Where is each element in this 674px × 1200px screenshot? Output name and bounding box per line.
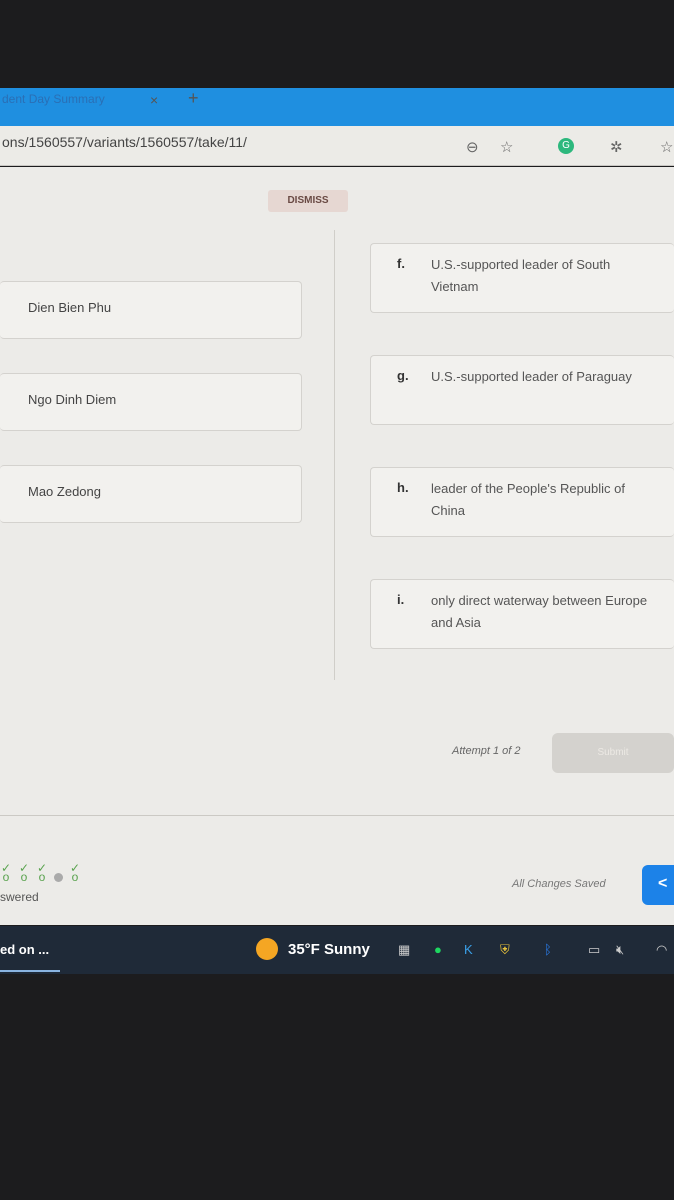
extensions-icon[interactable]: ✲ bbox=[610, 138, 623, 156]
item-text: leader of the People's Republic of China bbox=[431, 481, 625, 518]
answered-question-icon[interactable]: ✓ o bbox=[69, 862, 81, 883]
match-item-right[interactable]: i. only direct waterway between Europe an… bbox=[370, 579, 674, 649]
item-letter: f. bbox=[397, 256, 405, 271]
answered-question-icon[interactable]: ✓ o bbox=[36, 862, 48, 883]
match-item-right[interactable]: f. U.S.-supported leader of South Vietnam bbox=[370, 243, 674, 313]
match-item-right[interactable]: g. U.S.-supported leader of Paraguay bbox=[370, 355, 674, 425]
item-letter: i. bbox=[397, 592, 405, 607]
spotify-icon[interactable]: ● bbox=[434, 942, 442, 957]
column-divider bbox=[334, 230, 335, 680]
sun-icon bbox=[256, 938, 278, 960]
item-letter: g. bbox=[397, 368, 409, 383]
grammarly-icon[interactable]: G bbox=[558, 138, 574, 154]
answered-question-icon[interactable]: ✓ o bbox=[0, 862, 12, 883]
zoom-out-icon[interactable]: ⊖ bbox=[466, 138, 479, 156]
save-status: All Changes Saved bbox=[512, 878, 606, 890]
app-k-icon[interactable]: K bbox=[464, 942, 473, 957]
previous-button[interactable]: < bbox=[642, 865, 674, 905]
answered-question-icon[interactable]: ✓ o bbox=[18, 862, 30, 883]
volume-muted-icon[interactable]: 🔇︎ bbox=[616, 942, 624, 958]
browser-tab[interactable]: dent Day Summary bbox=[0, 88, 200, 114]
current-question-dot[interactable] bbox=[54, 873, 63, 882]
wifi-icon[interactable]: ◠ bbox=[656, 942, 667, 958]
item-text: only direct waterway between Europe and … bbox=[431, 593, 648, 630]
url-text[interactable]: ons/1560557/variants/1560557/take/11/ bbox=[2, 134, 247, 150]
dismiss-button[interactable]: DISMISS bbox=[268, 190, 348, 212]
item-letter: h. bbox=[397, 480, 409, 495]
match-item-right[interactable]: h. leader of the People's Republic of Chi… bbox=[370, 467, 674, 537]
favorites-icon[interactable]: ☆ bbox=[660, 138, 673, 156]
attempt-counter: Attempt 1 of 2 bbox=[452, 745, 521, 757]
question-progress: ✓ o ✓ o ✓ o ✓ o bbox=[0, 862, 81, 883]
weather-widget[interactable]: 35°F Sunny bbox=[288, 941, 370, 958]
item-text: U.S.-supported leader of South Vietnam bbox=[431, 257, 611, 294]
active-app-indicator bbox=[0, 970, 60, 972]
divider bbox=[0, 815, 674, 816]
favorites-add-icon[interactable]: ☆ bbox=[500, 138, 513, 156]
answered-label: swered bbox=[0, 890, 39, 904]
new-tab-button[interactable]: + bbox=[188, 88, 199, 109]
item-text: U.S.-supported leader of Paraguay bbox=[431, 369, 632, 384]
submit-button[interactable]: Submit bbox=[552, 733, 674, 773]
match-item-left[interactable]: Dien Bien Phu bbox=[0, 281, 302, 339]
match-item-left[interactable]: Ngo Dinh Diem bbox=[0, 373, 302, 431]
close-tab-icon[interactable]: × bbox=[150, 92, 158, 108]
taskbar-app[interactable]: ed on ... bbox=[0, 942, 49, 957]
bluetooth-icon[interactable]: ᛒ bbox=[544, 942, 552, 957]
security-icon[interactable]: ⛨ bbox=[500, 942, 510, 958]
match-item-left[interactable]: Mao Zedong bbox=[0, 465, 302, 523]
battery-icon[interactable]: ▭ bbox=[588, 942, 600, 958]
pen-icon[interactable]: ▦ bbox=[398, 942, 410, 958]
